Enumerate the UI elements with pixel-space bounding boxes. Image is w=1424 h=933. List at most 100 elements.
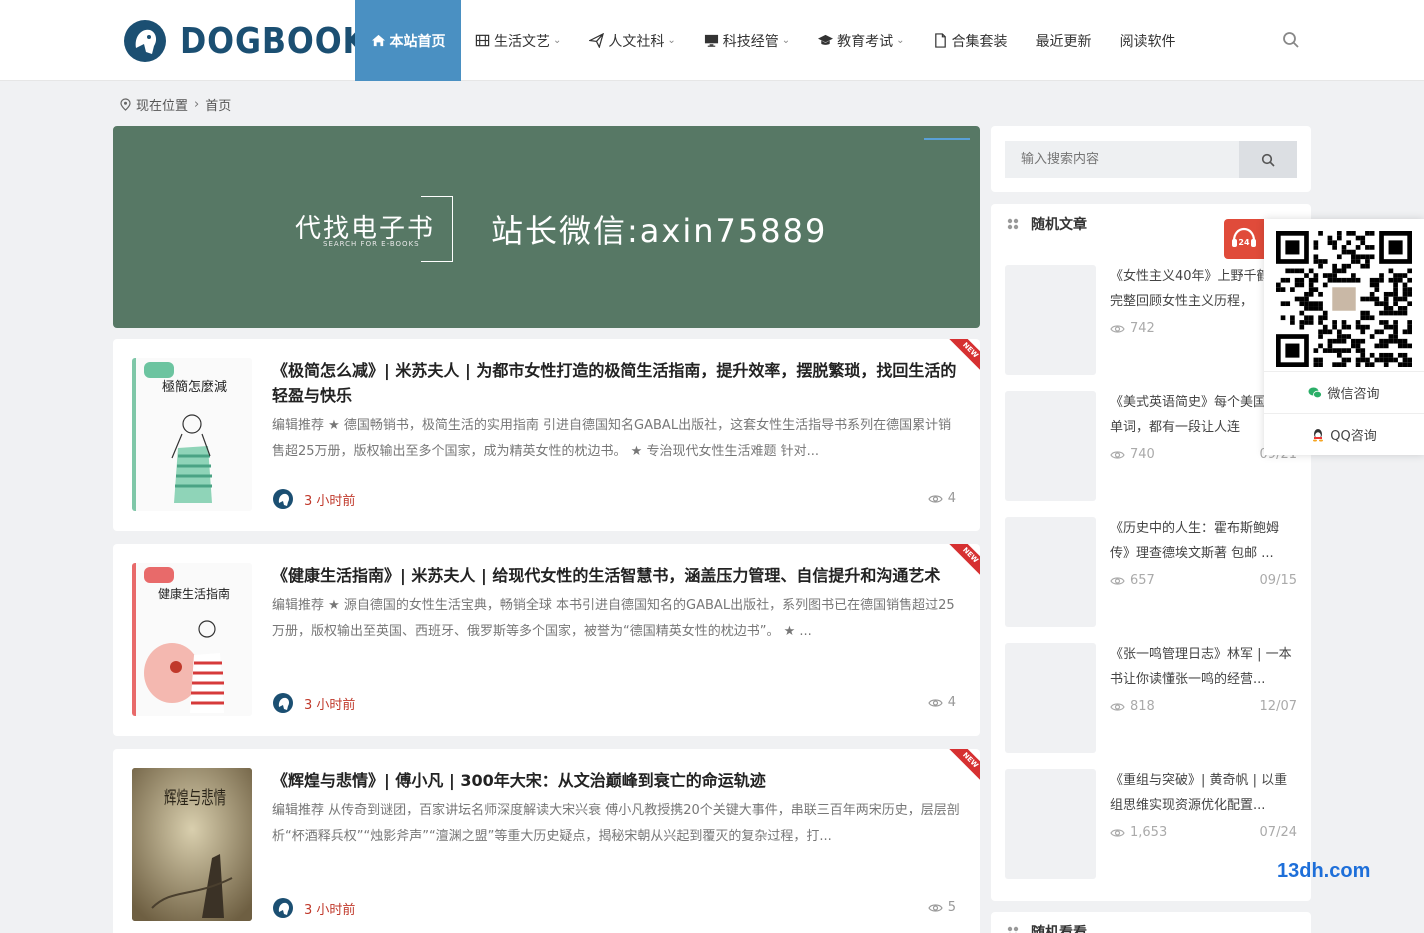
post-views: 4 xyxy=(928,695,956,710)
nav-humanities[interactable]: 人文社科 ⌄ xyxy=(575,0,689,81)
nav-recent[interactable]: 最近更新 xyxy=(1022,0,1106,81)
post-meta: 3 小时前 xyxy=(272,488,355,510)
post-cover[interactable]: 極簡怎麼減 xyxy=(132,358,252,511)
wechat-consult-button[interactable]: 微信咨询 xyxy=(1264,371,1424,413)
grid-dots-icon xyxy=(1007,926,1019,933)
nav-home[interactable]: 本站首页 xyxy=(355,0,461,81)
author-avatar[interactable] xyxy=(272,692,294,714)
random-post-item[interactable]: 《历史中的人生：霍布斯鲍姆传》理查德埃文斯著 包邮 ... 657 09/15 xyxy=(1005,517,1297,627)
new-badge: NEW xyxy=(944,339,980,375)
post-thumbnail[interactable] xyxy=(1005,391,1096,501)
random-post-date: 07/24 xyxy=(1259,825,1297,840)
chevron-down-icon: ⌄ xyxy=(896,35,905,46)
post-title[interactable]: 《健康生活指南》| 米苏夫人 | 给现代女性的生活智慧书，涵盖压力管理、自信提升… xyxy=(272,563,960,588)
breadcrumb-location: 现在位置 xyxy=(136,99,189,114)
home-icon xyxy=(371,33,386,48)
random-post-views: 1,653 xyxy=(1110,825,1167,840)
slider-indicator[interactable] xyxy=(924,138,970,140)
random-post-item[interactable]: 《美式英语简史》每个美国英语单词，都有一段让人连 740 09/21 xyxy=(1005,391,1297,501)
nav-label: 教育考试 xyxy=(837,33,894,50)
post-meta: 3 小时前 xyxy=(272,692,355,714)
site-logo[interactable]: DOGBOOK xyxy=(122,19,394,63)
eye-icon xyxy=(1110,450,1125,459)
random-post-item[interactable]: 《张一鸣管理日志》林军 | 一本书让你读懂张一鸣的经营... 818 12/07 xyxy=(1005,643,1297,753)
author-avatar[interactable] xyxy=(272,488,294,510)
post-views: 4 xyxy=(928,491,956,506)
chevron-down-icon: ⌄ xyxy=(667,35,676,46)
random-post-views: 740 xyxy=(1110,447,1155,462)
main-nav: 本站首页 生活文艺 ⌄ 人文社科 ⌄ 科技经管 ⌄ 教育考试 ⌄ 合集套装 最近… xyxy=(355,0,1190,81)
nav-label: 科技经管 xyxy=(722,33,779,50)
logo-text: DOGBOOK xyxy=(180,20,368,62)
cover-title-text: 極簡怎麼減 xyxy=(162,379,227,395)
eye-icon xyxy=(1110,576,1125,585)
nav-life-arts[interactable]: 生活文艺 ⌄ xyxy=(461,0,575,81)
badge-text: 24 xyxy=(1238,238,1250,247)
new-badge: NEW xyxy=(944,749,980,785)
post-cover[interactable]: 健康生活指南 xyxy=(132,563,252,716)
qq-consult-button[interactable]: QQ咨询 xyxy=(1264,413,1424,455)
random-post-item[interactable]: 《重组与突破》| 黄奇帆 | 以重组思维实现资源优化配置... 1,653 07… xyxy=(1005,769,1297,879)
post-time: 3 小时前 xyxy=(304,902,356,918)
post-excerpt: 编辑推荐 从传奇到谜团，百家讲坛名师深度解读大宋兴衰 傅小凡教授携20个关键大事… xyxy=(272,803,960,844)
nav-education[interactable]: 教育考试 ⌄ xyxy=(804,0,918,81)
breadcrumb-home-link[interactable]: 首页 xyxy=(205,95,231,114)
widget-title: 随机文章 xyxy=(1031,217,1087,233)
eye-icon xyxy=(928,698,943,707)
random-post-title[interactable]: 《历史中的人生：霍布斯鲍姆传》理查德埃文斯著 包邮 ... xyxy=(1110,516,1297,566)
contact-float-panel: 微信咨询 QQ咨询 xyxy=(1264,219,1424,455)
author-avatar[interactable] xyxy=(272,897,294,919)
views-count: 1,653 xyxy=(1130,825,1168,840)
post-card[interactable]: 辉煌与悲情 《辉煌与悲情》| 傅小凡 | 300年大宋：从文治巅峰到衰亡的命运轨… xyxy=(113,749,980,933)
post-title[interactable]: 《辉煌与悲情》| 傅小凡 | 300年大宋：从文治巅峰到衰亡的命运轨迹 xyxy=(272,768,960,793)
post-card[interactable]: 極簡怎麼減 《极简怎么减》| 米苏夫人 | 为都市女性打造的极简生活指南，提升效… xyxy=(113,339,980,531)
breadcrumb-separator: › xyxy=(194,97,200,112)
banner-contact: 站长微信:axin75889 xyxy=(491,212,828,250)
random-post-date: 09/15 xyxy=(1259,573,1297,588)
hero-banner[interactable]: 代找电子书 SEARCH FOR E-BOOKS 站长微信:axin75889 xyxy=(113,126,980,328)
random-post-views: 742 xyxy=(1110,321,1155,336)
nav-label: 本站首页 xyxy=(389,33,446,50)
random-post-title[interactable]: 《重组与突破》| 黄奇帆 | 以重组思维实现资源优化配置... xyxy=(1110,768,1297,818)
random-posts-widget: 随机文章 《女性主义40年》上野千鹤子：完整回顾女性主义历程， 742 0 《美… xyxy=(991,204,1311,901)
monitor-icon xyxy=(704,33,719,48)
banner-brand-subtitle: SEARCH FOR E-BOOKS xyxy=(323,240,420,248)
random-look-widget: 随机看看 xyxy=(991,912,1311,933)
nav-label: 人文社科 xyxy=(608,33,665,50)
post-thumbnail[interactable] xyxy=(1005,517,1096,627)
post-thumbnail[interactable] xyxy=(1005,265,1096,375)
widget-header: 随机看看 xyxy=(1007,922,1087,933)
cover-title-text: 健康生活指南 xyxy=(158,586,230,601)
post-card[interactable]: 健康生活指南 《健康生活指南》| 米苏夫人 | 给现代女性的生活智慧书，涵盖压力… xyxy=(113,544,980,736)
eye-icon xyxy=(1110,828,1125,837)
views-count: 818 xyxy=(1130,699,1155,714)
site-watermark: 13dh.com xyxy=(1277,860,1371,882)
search-icon[interactable] xyxy=(1282,31,1300,49)
search-button[interactable] xyxy=(1239,141,1297,178)
post-views: 5 xyxy=(928,900,956,915)
random-post-views: 657 xyxy=(1110,573,1155,588)
post-thumbnail[interactable] xyxy=(1005,769,1096,879)
post-time: 3 小时前 xyxy=(304,493,356,509)
new-badge-text: NEW xyxy=(945,544,980,580)
random-post-item[interactable]: 《女性主义40年》上野千鹤子：完整回顾女性主义历程， 742 0 xyxy=(1005,265,1297,375)
search-input[interactable] xyxy=(1005,141,1239,178)
random-post-date: 12/07 xyxy=(1259,699,1297,714)
nav-reader-apps[interactable]: 阅读软件 xyxy=(1106,0,1190,81)
nav-tech-business[interactable]: 科技经管 ⌄ xyxy=(690,0,804,81)
post-thumbnail[interactable] xyxy=(1005,643,1096,753)
views-count: 740 xyxy=(1130,447,1155,462)
wechat-qr-code xyxy=(1276,231,1412,367)
location-pin-icon xyxy=(120,98,131,111)
nav-collections[interactable]: 合集套装 xyxy=(919,0,1022,81)
breadcrumb: 现在位置 › 首页 xyxy=(120,95,231,114)
sidebar-search xyxy=(991,126,1311,192)
post-title[interactable]: 《极简怎么减》| 米苏夫人 | 为都市女性打造的极简生活指南，提升效率，摆脱繁琐… xyxy=(272,358,960,408)
random-post-title[interactable]: 《张一鸣管理日志》林军 | 一本书让你读懂张一鸣的经营... xyxy=(1110,642,1297,692)
post-excerpt: 编辑推荐 ★ 德国畅销书，极简生活的实用指南 引进自德国知名GABAL出版社，这… xyxy=(272,418,952,459)
new-badge: NEW xyxy=(944,544,980,580)
post-cover[interactable]: 辉煌与悲情 xyxy=(132,768,252,921)
book-cover-image: 辉煌与悲情 xyxy=(132,768,252,921)
support-24h-button[interactable]: 24 xyxy=(1224,219,1264,259)
random-post-views: 818 xyxy=(1110,699,1155,714)
